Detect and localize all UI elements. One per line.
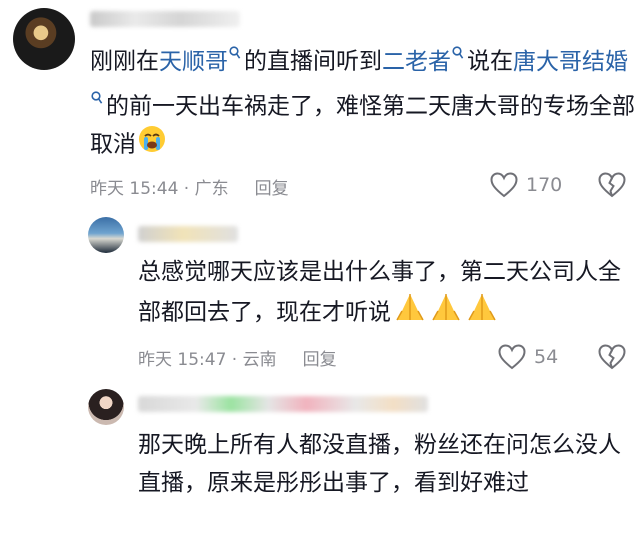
broken-heart-icon [598,344,626,370]
topic-link-label[interactable]: 唐大哥结婚 [513,49,628,75]
topic-link-label[interactable]: 二老者 [382,49,451,75]
comment-text: 那天晚上所有人都没直播，粉丝还在问怎么没人直播，原来是彤彤出事了，看到好难过 [138,426,635,502]
comment-body: 总感觉哪天应该是出什么事了，第二天公司人全部都回去了，现在才听说 [138,259,621,326]
comment-meta: 昨天 15:44 · 广东 回复 [90,174,289,199]
comment-segment: 的前一天出车祸走了，难怪第二天唐大哥的专场全部取消 [90,93,635,158]
topic-link[interactable]: 天顺哥 [159,46,244,75]
avatar[interactable] [88,389,124,425]
like-count: 170 [526,174,563,196]
crying-face-emoji [138,125,166,165]
folded-hands-emoji [465,291,499,335]
comment-segment: 刚刚在 [90,48,159,75]
search-icon [229,46,241,64]
like-button[interactable]: 170 [490,172,562,198]
comment-text: 总感觉哪天应该是出什么事了，第二天公司人全部都回去了，现在才听说 [138,253,635,335]
comment-segment: 说在 [467,48,513,75]
username-blurred[interactable] [90,11,240,27]
heart-outline-icon [490,172,518,198]
topic-link-label[interactable]: 天顺哥 [159,49,228,75]
like-count: 54 [534,346,559,368]
comment-meta: 昨天 15:47 · 云南 回复 [138,345,337,370]
folded-hands-emoji [429,291,463,335]
like-button[interactable]: 54 [498,344,558,370]
folded-hands-emoji [393,291,427,335]
avatar[interactable] [13,8,75,70]
topic-link[interactable]: 二老者 [382,46,467,75]
username-blurred[interactable] [138,226,238,242]
username-blurred[interactable] [138,396,428,412]
comment-text: 刚刚在天顺哥 的直播间听到二老者 说在唐大哥结婚的前一天出车祸走了，难怪第二天唐大哥… [90,36,635,165]
timestamp-location: 昨天 15:47 · 云南 [138,350,277,370]
avatar[interactable] [88,217,124,253]
dislike-button[interactable] [598,344,626,374]
search-icon [91,91,103,109]
timestamp-location: 昨天 15:44 · 广东 [90,179,229,199]
heart-outline-icon [498,344,526,370]
reply-button[interactable]: 回复 [255,179,289,199]
comment-segment: 的直播间听到 [244,48,382,75]
broken-heart-icon [598,172,626,198]
comment-body: 那天晚上所有人都没直播，粉丝还在问怎么没人直播，原来是彤彤出事了，看到好难过 [138,432,621,496]
dislike-button[interactable] [598,172,626,202]
reply-button[interactable]: 回复 [303,350,337,370]
search-icon [452,46,464,64]
